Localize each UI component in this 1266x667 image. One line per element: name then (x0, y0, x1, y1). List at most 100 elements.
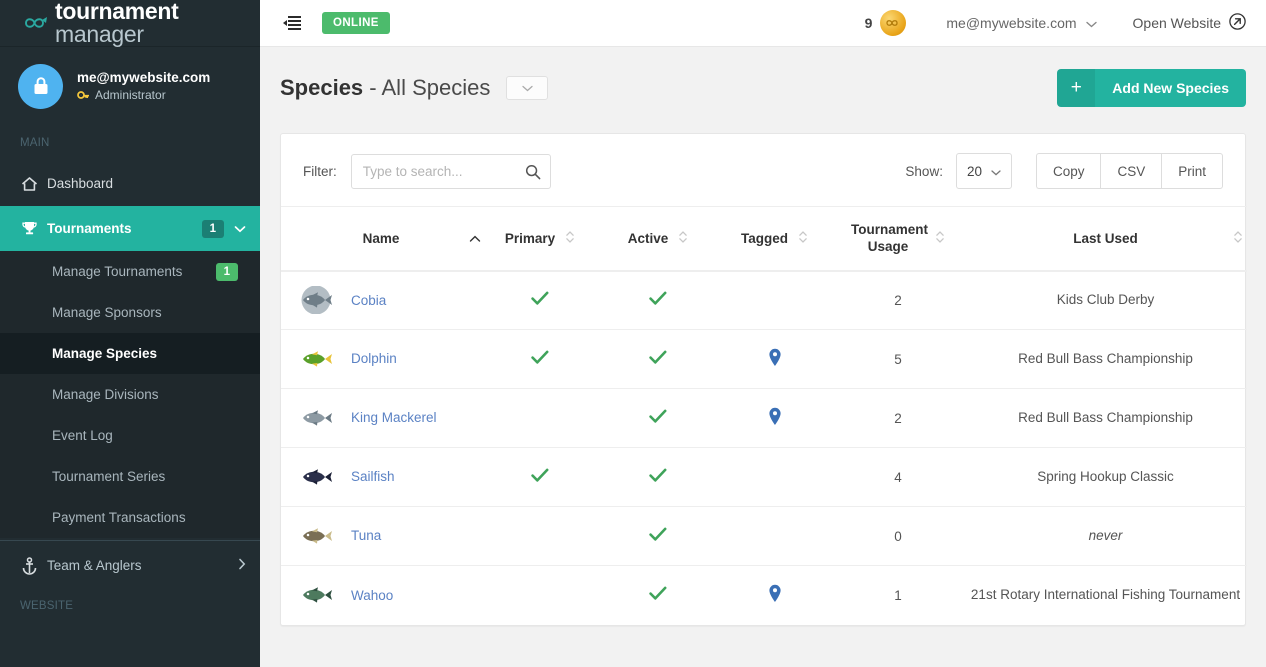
key-icon (77, 90, 89, 99)
search-icon (525, 164, 541, 185)
cell-last-used: never (964, 506, 1247, 567)
wahoo-fish-icon (299, 577, 335, 613)
cell-primary (481, 329, 599, 390)
page-title-dropdown[interactable] (506, 76, 549, 100)
sidebar-subnav-tournaments: Manage Tournaments 1 Manage Sponsors Man… (0, 251, 260, 538)
king-mackerel-fish-icon (299, 400, 335, 436)
table-row[interactable]: Dolphin 5 Red Bull Bass Championship (281, 329, 1247, 390)
cell-last-used: 21st Rotary International Fishing Tourna… (964, 566, 1247, 625)
species-link[interactable]: King Mackerel (351, 408, 437, 428)
filter-search-box[interactable] (350, 153, 551, 189)
nav-section-website: WEBSITE (20, 600, 74, 612)
nav-section-main: MAIN (20, 137, 50, 149)
sidebar-item-team-anglers[interactable]: Team & Anglers (0, 543, 260, 588)
sidebar-item-manage-divisions[interactable]: Manage Divisions (0, 374, 260, 415)
cell-last-used: Spring Hookup Classic (964, 447, 1247, 508)
cell-active (599, 506, 717, 567)
column-header-primary[interactable]: Primary (481, 205, 599, 272)
add-new-species-label: Add New Species (1112, 80, 1229, 96)
last-used-value: Spring Hookup Classic (1037, 469, 1174, 485)
lock-icon (34, 77, 47, 94)
print-button[interactable]: Print (1161, 153, 1223, 189)
last-used-value: Kids Club Derby (1056, 292, 1155, 308)
column-header-name[interactable]: Name (281, 205, 481, 272)
sort-none-icon (935, 230, 945, 247)
search-input[interactable] (351, 154, 550, 188)
sidebar-item-tournament-series-label: Tournament Series (52, 469, 166, 484)
check-icon (649, 586, 667, 604)
page-size-select[interactable]: 20 (955, 153, 1012, 189)
filter-label: Filter: (303, 163, 337, 179)
table-toolbar: Filter: Show: 20 (281, 134, 1245, 206)
export-button-group: Copy CSV Print (1035, 153, 1223, 189)
table-header-row: Name Primary Active Tagged Tournament Us… (281, 205, 1247, 272)
csv-button[interactable]: CSV (1100, 153, 1162, 189)
sidebar-item-manage-tournaments-label: Manage Tournaments (52, 264, 183, 279)
sidebar-item-dashboard[interactable]: Dashboard (0, 161, 260, 206)
coin-balance[interactable]: 9 (865, 10, 907, 36)
show-label: Show: (905, 163, 943, 179)
open-website-label: Open Website (1132, 15, 1221, 31)
cell-last-used: Red Bull Bass Championship (964, 329, 1247, 390)
sidebar-user-panel[interactable]: me@mywebsite.com Administrator (0, 47, 260, 125)
cell-tagged (717, 388, 832, 449)
user-menu[interactable]: me@mywebsite.com (946, 15, 1097, 31)
sidebar-item-event-log[interactable]: Event Log (0, 415, 260, 456)
species-link[interactable]: Cobia (351, 291, 386, 311)
sort-asc-icon (469, 231, 481, 246)
chevron-down-icon (991, 164, 1001, 179)
column-header-active[interactable]: Active (599, 205, 717, 272)
sidebar-item-payment-transactions[interactable]: Payment Transactions (0, 497, 260, 538)
table-row[interactable]: Wahoo 1 21st Rotary International Fishing … (281, 566, 1247, 625)
home-icon (21, 176, 47, 192)
species-link[interactable]: Sailfish (351, 467, 395, 487)
cell-tagged (717, 329, 832, 390)
cell-name: Tuna (281, 506, 481, 567)
cell-tournament-usage: 2 (832, 388, 964, 449)
table-header: Name Primary Active Tagged Tournament Us… (281, 205, 1247, 272)
table-row[interactable]: Tuna 0 never (281, 506, 1247, 567)
main-area: ONLINE 9 me@mywebsite.com Open Website S… (260, 0, 1266, 667)
table-row[interactable]: Sailfish 4 Spring Hookup Classic (281, 447, 1247, 508)
sidebar-item-manage-species[interactable]: Manage Species (0, 333, 260, 374)
sort-none-icon (798, 230, 808, 247)
sort-none-icon (565, 230, 575, 247)
cell-active (599, 329, 717, 390)
sidebar-user-email: me@mywebsite.com (77, 69, 211, 85)
cell-active (599, 566, 717, 625)
tuna-fish-icon (299, 518, 335, 554)
copy-button[interactable]: Copy (1035, 153, 1101, 189)
page-title: Species - All Species (280, 75, 490, 101)
species-link[interactable]: Dolphin (351, 349, 397, 369)
sidebar-collapse-icon[interactable] (278, 9, 306, 37)
check-icon (531, 291, 549, 309)
cell-primary (481, 506, 599, 567)
last-used-value: Red Bull Bass Championship (1018, 351, 1193, 367)
open-website-link[interactable]: Open Website (1133, 13, 1246, 33)
column-header-name-label: Name (362, 230, 400, 246)
column-header-tagged[interactable]: Tagged (717, 205, 832, 272)
infinity-fish-logo-icon (22, 12, 48, 34)
sidebar-item-manage-sponsors-label: Manage Sponsors (52, 305, 162, 320)
sidebar-item-manage-tournaments[interactable]: Manage Tournaments 1 (0, 251, 260, 292)
sidebar-item-event-log-label: Event Log (52, 428, 113, 443)
sidebar-item-tournaments[interactable]: Tournaments 1 (0, 206, 260, 251)
species-link[interactable]: Wahoo (351, 586, 393, 606)
column-header-last-used[interactable]: Last Used (964, 205, 1247, 272)
species-link[interactable]: Tuna (351, 526, 381, 546)
table-row[interactable]: King Mackerel 2 Red Bull Bass Championship (281, 388, 1247, 449)
sidebar-item-manage-species-label: Manage Species (52, 346, 158, 361)
table-row[interactable]: Cobia 2 Kids Club Derby (281, 270, 1247, 331)
cell-tagged (717, 566, 832, 625)
brand-logo[interactable]: tournament manager (0, 0, 260, 47)
cell-active (599, 270, 717, 331)
sidebar-item-manage-sponsors[interactable]: Manage Sponsors (0, 292, 260, 333)
add-new-species-button[interactable]: + Add New Species (1057, 69, 1246, 107)
user-menu-email: me@mywebsite.com (946, 15, 1077, 31)
sidebar-item-tournament-series[interactable]: Tournament Series (0, 456, 260, 497)
chevron-right-icon (238, 558, 246, 573)
column-header-tournament-usage[interactable]: Tournament Usage (832, 205, 964, 272)
sidebar-item-team-anglers-label: Team & Anglers (47, 558, 142, 573)
sidebar-item-manage-tournaments-badge: 1 (215, 262, 238, 281)
cell-tagged (717, 270, 832, 331)
